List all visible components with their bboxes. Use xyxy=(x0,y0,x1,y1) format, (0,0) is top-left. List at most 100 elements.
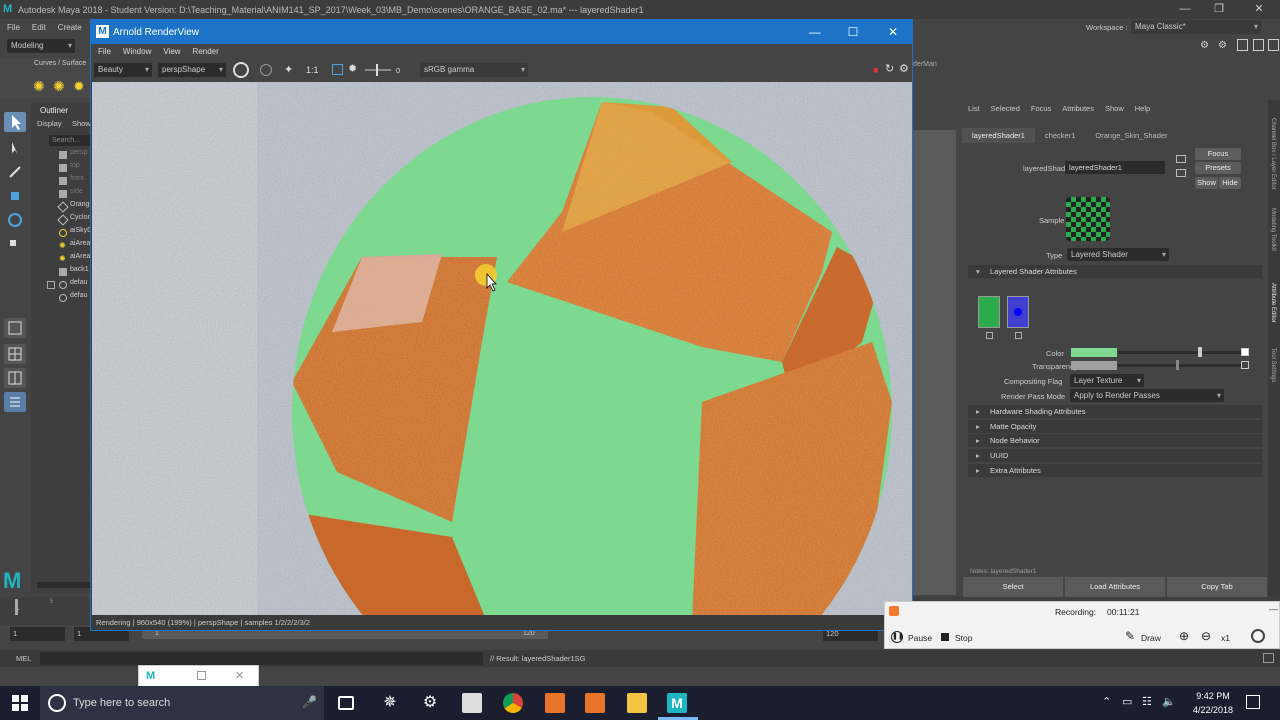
type-select[interactable]: Layered Shader xyxy=(1067,248,1169,261)
light-icon[interactable]: ✺ xyxy=(53,78,65,95)
attr-menu-attributes[interactable]: Attributes xyxy=(1062,104,1094,113)
tab-checker1[interactable]: checker1 xyxy=(1035,128,1085,143)
expand-icon[interactable] xyxy=(47,281,55,289)
map-button-icon[interactable] xyxy=(1241,348,1249,356)
focus-button[interactable]: Focus xyxy=(1195,148,1241,160)
lasso-tool-icon[interactable] xyxy=(4,138,26,158)
taskbar-search-input[interactable]: Type here to search 🎤 xyxy=(40,686,324,720)
layout-two-icon[interactable] xyxy=(1253,39,1264,51)
outliner-item[interactable]: aiArea xyxy=(70,240,90,247)
arnold-menu-file[interactable]: File xyxy=(98,47,111,56)
select-button[interactable]: Select xyxy=(963,577,1063,597)
color-slider[interactable] xyxy=(1118,351,1242,354)
arnold-maximize-icon[interactable]: ☐ xyxy=(833,20,873,44)
battery-icon[interactable]: ▭ xyxy=(1122,695,1132,708)
outliner-item[interactable]: aiArea xyxy=(70,253,90,260)
zoom-in-icon[interactable]: ⊕ xyxy=(1179,629,1189,643)
ratio-label[interactable]: 1:1 xyxy=(306,65,319,75)
tab-attribute-editor[interactable]: Attribute Editor xyxy=(1270,283,1276,333)
maya-taskbar-icon[interactable]: M xyxy=(667,693,687,713)
viewport-panel[interactable] xyxy=(912,130,956,595)
outliner-menu-show[interactable]: Show xyxy=(72,119,91,128)
exposure-slider-handle[interactable] xyxy=(376,64,378,76)
tab-modeling-toolkit[interactable]: Modeling Toolkit xyxy=(1270,208,1276,258)
action-center-icon[interactable] xyxy=(1246,695,1260,709)
color-swatch[interactable] xyxy=(1071,348,1117,357)
color-slider-handle[interactable] xyxy=(1198,347,1202,357)
transparency-slider-handle[interactable] xyxy=(1176,360,1179,370)
minimize-icon[interactable]: — xyxy=(1178,2,1192,16)
settings-gear-icon[interactable]: ⚙ xyxy=(420,693,440,713)
arnold-menu-view[interactable]: View xyxy=(163,47,180,56)
stop-button[interactable]: Stop xyxy=(955,633,973,643)
timeline-current-frame-marker[interactable] xyxy=(15,599,18,615)
file-explorer-icon[interactable] xyxy=(627,693,647,713)
webcam-icon[interactable] xyxy=(1251,629,1265,643)
crop-icon[interactable] xyxy=(260,64,272,76)
fit-frame-icon[interactable] xyxy=(332,64,343,75)
outliner-item[interactable]: top xyxy=(70,162,80,169)
refresh-icon[interactable]: ↻ xyxy=(885,62,894,75)
taskbar-clock[interactable]: 9:42 PM 4/22/2018 xyxy=(1188,689,1238,717)
section-node-behavior[interactable]: Node Behavior xyxy=(968,434,1262,447)
mel-input[interactable] xyxy=(40,652,483,665)
render-image[interactable] xyxy=(92,82,912,615)
taskbar-thumbnail[interactable]: M ✕ xyxy=(138,665,259,687)
scale-tool-icon[interactable] xyxy=(4,234,26,254)
outliner-scrollbar[interactable] xyxy=(37,582,91,588)
menu-edit[interactable]: Edit xyxy=(32,23,46,32)
layout-icon[interactable] xyxy=(1237,39,1248,51)
show-button[interactable]: Show xyxy=(1195,177,1218,189)
module-select[interactable]: Modeling xyxy=(7,39,75,53)
tab-layeredshader1[interactable]: layeredShader1 xyxy=(962,128,1035,143)
exposure-slider[interactable] xyxy=(365,69,391,71)
tray-expand-icon[interactable]: ⌃ xyxy=(1102,695,1111,708)
attr-menu-selected[interactable]: Selected xyxy=(991,104,1020,113)
arnold-close-icon[interactable]: ✕ xyxy=(873,20,913,44)
light-icon[interactable]: ✹ xyxy=(73,78,85,95)
recorder-icon[interactable] xyxy=(585,693,605,713)
select-tool-icon[interactable] xyxy=(4,112,26,132)
network-icon[interactable]: ☷ xyxy=(1142,695,1152,708)
presets-button[interactable]: Presets xyxy=(1195,162,1241,174)
layer-remove-icon[interactable] xyxy=(1015,332,1022,339)
thumb-close-icon[interactable]: ✕ xyxy=(235,669,244,682)
attr-menu-list[interactable]: List xyxy=(968,104,980,113)
move-tool-icon[interactable] xyxy=(4,186,26,206)
mel-label[interactable]: MEL xyxy=(16,654,31,663)
calculator-icon[interactable] xyxy=(462,693,482,713)
arnold-minimize-icon[interactable]: — xyxy=(795,20,835,44)
outliner-menu-display[interactable]: Display xyxy=(37,119,62,128)
draw-button[interactable]: Draw xyxy=(1141,633,1161,643)
shelf-tab-curves[interactable]: Curves / Surface xyxy=(34,60,86,67)
layer-green-swatch[interactable] xyxy=(978,296,1000,328)
paint-tool-icon[interactable] xyxy=(4,162,26,182)
recorder-icon[interactable] xyxy=(545,693,565,713)
transparency-slider[interactable] xyxy=(1118,364,1242,367)
menu-create[interactable]: Create xyxy=(58,23,82,32)
attr-menu-show[interactable]: Show xyxy=(1105,104,1124,113)
section-extra-attributes[interactable]: Extra Attributes xyxy=(968,464,1262,477)
hide-button[interactable]: Hide xyxy=(1219,177,1241,189)
attr-menu-focus[interactable]: Focus xyxy=(1031,104,1051,113)
node-output-icon[interactable] xyxy=(1176,169,1186,177)
layer-remove-icon[interactable] xyxy=(986,332,993,339)
section-hardware-shading[interactable]: Hardware Shading Attributes xyxy=(968,405,1262,418)
layout-three-icon[interactable] xyxy=(1268,39,1279,51)
shelf-settings-icon[interactable]: ⚙ xyxy=(1200,40,1212,52)
stop-render-icon[interactable]: ■ xyxy=(873,65,878,75)
outliner-item[interactable]: defau xyxy=(70,292,88,299)
thumb-maximize-icon[interactable] xyxy=(197,671,206,680)
viewport-menu-item[interactable]: derMan xyxy=(913,61,937,68)
color-space-select[interactable]: sRGB gamma xyxy=(420,63,528,77)
two-view-icon[interactable] xyxy=(4,368,26,388)
menu-file[interactable]: File xyxy=(7,23,20,32)
workspace-select[interactable]: Maya Classic* xyxy=(1131,20,1261,34)
single-view-icon[interactable] xyxy=(4,318,26,338)
attr-menu-help[interactable]: Help xyxy=(1135,104,1150,113)
load-attributes-button[interactable]: Load Attributes xyxy=(1065,577,1165,597)
close-icon[interactable]: ✕ xyxy=(1252,2,1266,16)
section-uuid[interactable]: UUID xyxy=(968,449,1262,462)
outliner-item[interactable]: defau xyxy=(70,279,88,286)
toggle-icon[interactable]: ⚙ xyxy=(1218,40,1230,52)
